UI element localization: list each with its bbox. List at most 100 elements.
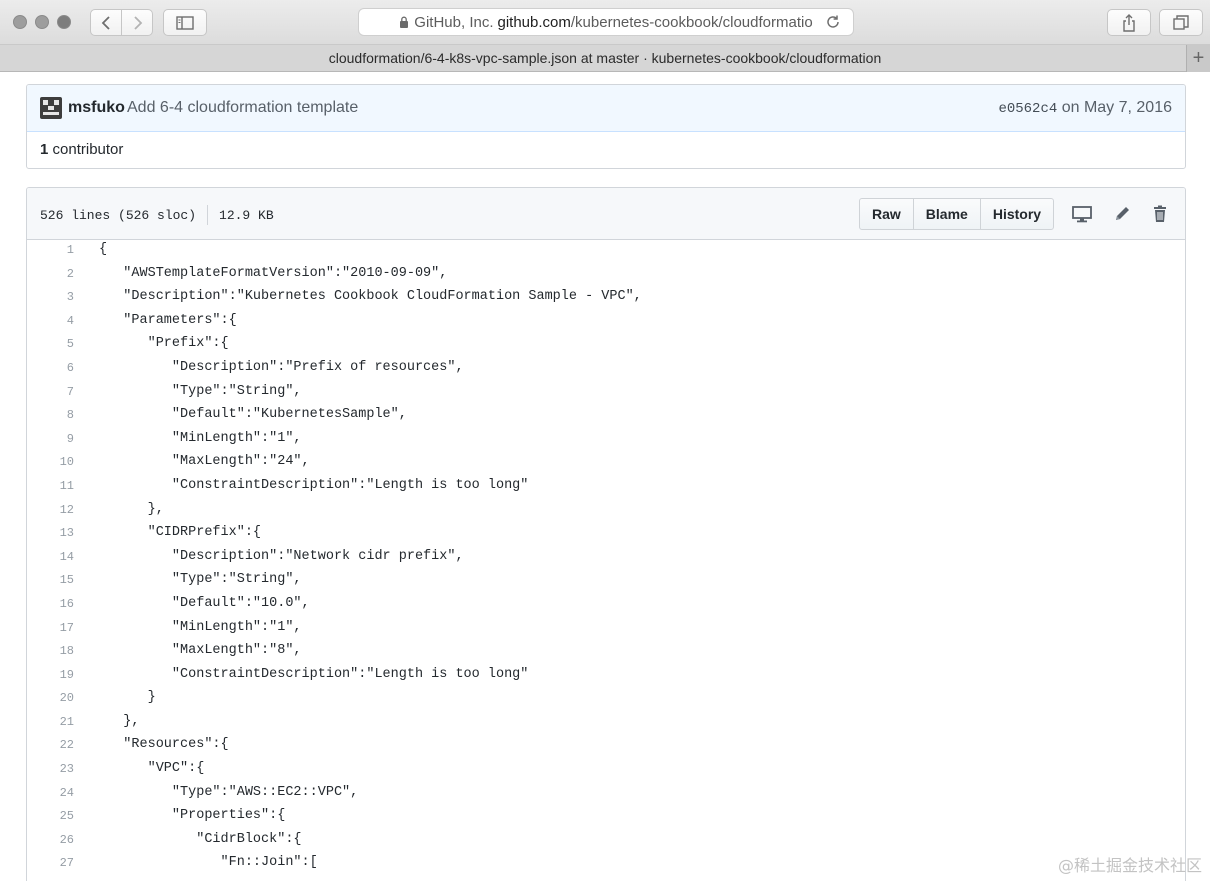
code-text: "MinLength":"1",	[99, 619, 302, 635]
back-button[interactable]	[91, 10, 122, 35]
line-number[interactable]: 13	[27, 526, 74, 540]
code-line: 19 "ConstraintDescription":"Length is to…	[27, 665, 1185, 689]
line-number[interactable]: 20	[27, 691, 74, 705]
line-number[interactable]: 9	[27, 432, 74, 446]
code-text: "MaxLength":"24",	[99, 454, 310, 470]
line-number[interactable]: 1	[27, 243, 74, 257]
contributors-row[interactable]: 1 contributor	[27, 132, 1185, 168]
line-number[interactable]: 8	[27, 408, 74, 422]
code-text: "Description":"Network cidr prefix",	[99, 548, 464, 564]
line-number[interactable]: 26	[27, 833, 74, 847]
tabs-overview-button[interactable]	[1159, 9, 1203, 36]
code-line: 1{	[27, 240, 1185, 264]
code-text: "Default":"KubernetesSample",	[99, 407, 407, 423]
line-number[interactable]: 23	[27, 762, 74, 776]
line-number[interactable]: 5	[27, 337, 74, 351]
file-size: 12.9 KB	[219, 207, 274, 223]
code-text: "Parameters":{	[99, 312, 237, 328]
line-number[interactable]: 2	[27, 267, 74, 281]
share-button[interactable]	[1107, 9, 1151, 36]
new-tab-button[interactable]: +	[1186, 45, 1210, 72]
browser-toolbar: GitHub, Inc. github.com/kubernetes-cookb…	[0, 0, 1210, 45]
file-header: 526 lines (526 sloc) 12.9 KB Raw Blame H…	[27, 188, 1185, 240]
latest-commit-row: msfuko Add 6-4 cloudformation template e…	[27, 85, 1185, 132]
code-line: 21 },	[27, 712, 1185, 736]
file-lines-info: 526 lines (526 sloc)	[40, 207, 197, 223]
code-text: "Description":"Prefix of resources",	[99, 359, 464, 375]
line-number[interactable]: 19	[27, 668, 74, 682]
code-text: "VPC":{	[99, 761, 205, 777]
contributors-text: 1 contributor	[40, 141, 123, 158]
line-number[interactable]: 27	[27, 856, 74, 870]
trash-icon[interactable]	[1150, 204, 1170, 224]
line-number[interactable]: 4	[27, 314, 74, 328]
code-text: "ConstraintDescription":"Length is too l…	[99, 477, 529, 493]
commit-tease: msfuko Add 6-4 cloudformation template e…	[26, 84, 1186, 169]
avatar[interactable]	[40, 97, 62, 119]
address-host: github.com	[497, 13, 571, 31]
code-line: 13 "CIDRPrefix":{	[27, 523, 1185, 547]
line-number[interactable]: 18	[27, 644, 74, 658]
code-line: 26 "CidrBlock":{	[27, 830, 1185, 854]
minimize-window-button[interactable]	[35, 15, 49, 29]
line-number[interactable]: 16	[27, 597, 74, 611]
commit-author-link[interactable]: msfuko	[68, 99, 125, 117]
line-number[interactable]: 10	[27, 455, 74, 469]
code-line: 3 "Description":"Kubernetes Cookbook Clo…	[27, 287, 1185, 311]
line-number[interactable]: 3	[27, 290, 74, 304]
active-tab-title[interactable]: cloudformation/6-4-k8s-vpc-sample.json a…	[0, 50, 1210, 66]
blame-button[interactable]: Blame	[914, 199, 981, 229]
line-number[interactable]: 12	[27, 503, 74, 517]
code-line: 15 "Type":"String",	[27, 570, 1185, 594]
line-number[interactable]: 14	[27, 550, 74, 564]
code-line: 17 "MinLength":"1",	[27, 618, 1185, 642]
code-text: "Prefix":{	[99, 336, 229, 352]
code-text: "Description":"Kubernetes Cookbook Cloud…	[99, 289, 642, 305]
code-text: "MaxLength":"8",	[99, 643, 302, 659]
desktop-icon[interactable]	[1072, 204, 1092, 224]
file-viewer: 526 lines (526 sloc) 12.9 KB Raw Blame H…	[26, 187, 1186, 881]
line-number[interactable]: 15	[27, 573, 74, 587]
history-button[interactable]: History	[981, 199, 1053, 229]
code-line: 6 "Description":"Prefix of resources",	[27, 358, 1185, 382]
line-number[interactable]: 21	[27, 715, 74, 729]
code-text: "Type":"String",	[99, 572, 302, 588]
sidebar-button[interactable]	[163, 9, 207, 36]
lock-icon	[400, 16, 409, 28]
code-line: 2 "AWSTemplateFormatVersion":"2010-09-09…	[27, 264, 1185, 288]
zoom-window-button[interactable]	[57, 15, 71, 29]
plus-icon: +	[1192, 47, 1205, 69]
file-actions-group: Raw Blame History	[859, 198, 1055, 230]
code-line: 24 "Type":"AWS::EC2::VPC",	[27, 783, 1185, 807]
code-text: "ConstraintDescription":"Length is too l…	[99, 666, 529, 682]
commit-sha-link[interactable]: e0562c4	[998, 101, 1057, 117]
line-number[interactable]: 17	[27, 621, 74, 635]
contributor-count: 1	[40, 141, 49, 158]
code-text: "Default":"10.0",	[99, 595, 310, 611]
line-number[interactable]: 22	[27, 738, 74, 752]
line-number[interactable]: 7	[27, 385, 74, 399]
code-text: }	[99, 690, 156, 706]
close-window-button[interactable]	[13, 15, 27, 29]
commit-message-link[interactable]: Add 6-4 cloudformation template	[127, 99, 358, 117]
address-bar[interactable]: GitHub, Inc. github.com/kubernetes-cookb…	[358, 8, 854, 36]
chevron-right-icon	[133, 15, 142, 30]
file-info: 526 lines (526 sloc) 12.9 KB	[40, 205, 274, 225]
address-org: GitHub, Inc.	[414, 13, 494, 31]
code-text: "MinLength":"1",	[99, 430, 302, 446]
forward-button[interactable]	[122, 10, 152, 35]
code-text: "Resources":{	[99, 737, 229, 753]
commit-meta: e0562c4 on May 7, 2016	[998, 99, 1172, 117]
code-text: },	[99, 501, 164, 517]
code-text: "CidrBlock":{	[99, 831, 302, 847]
line-number[interactable]: 25	[27, 809, 74, 823]
code-line: 4 "Parameters":{	[27, 311, 1185, 335]
code-text: },	[99, 713, 140, 729]
line-number[interactable]: 6	[27, 361, 74, 375]
raw-button[interactable]: Raw	[860, 199, 914, 229]
pencil-icon[interactable]	[1112, 204, 1132, 224]
code-line: 8 "Default":"KubernetesSample",	[27, 405, 1185, 429]
line-number[interactable]: 11	[27, 479, 74, 493]
line-number[interactable]: 24	[27, 786, 74, 800]
reload-icon[interactable]	[825, 14, 841, 30]
